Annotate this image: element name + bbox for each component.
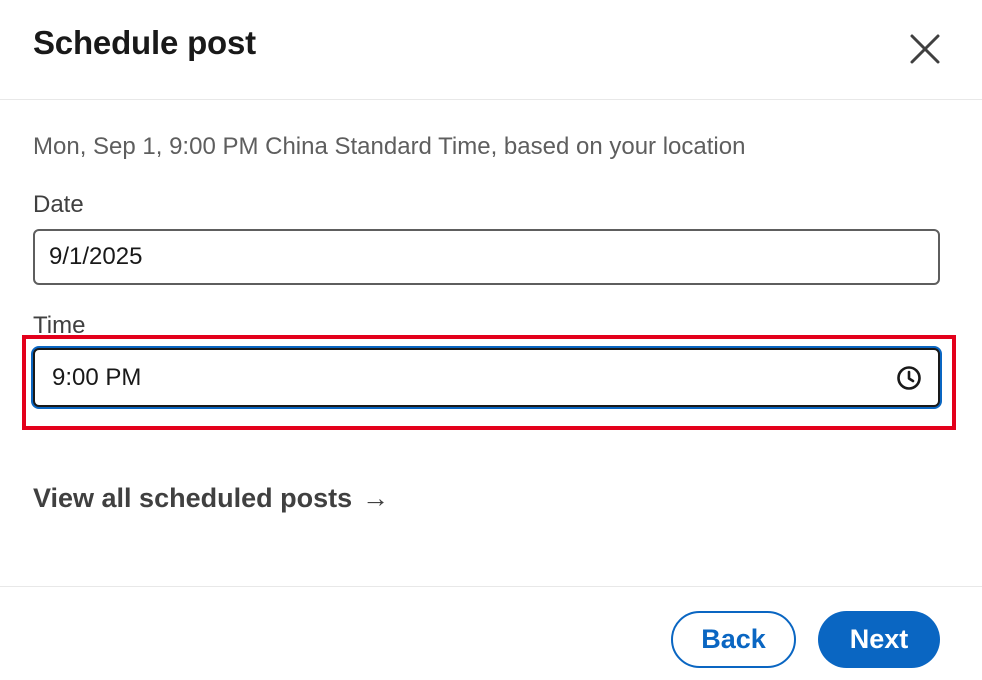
date-value: 9/1/2025: [49, 243, 143, 270]
next-button[interactable]: Next: [818, 611, 940, 668]
date-label: Date: [33, 191, 84, 218]
time-input[interactable]: 9:00 PM: [33, 348, 940, 407]
date-input[interactable]: 9/1/2025: [33, 229, 940, 285]
schedule-summary: Mon, Sep 1, 9:00 PM China Standard Time,…: [33, 133, 746, 160]
dialog-header: Schedule post: [0, 0, 982, 100]
clock-icon[interactable]: [896, 365, 922, 391]
close-icon: [910, 34, 940, 64]
view-all-scheduled-posts-link[interactable]: View all scheduled posts →: [33, 483, 389, 514]
dialog-title: Schedule post: [33, 24, 256, 61]
back-button[interactable]: Back: [671, 611, 796, 668]
time-value: 9:00 PM: [52, 363, 142, 391]
view-all-label: View all scheduled posts: [33, 483, 353, 513]
close-button[interactable]: [900, 26, 950, 72]
arrow-right-icon: →: [362, 483, 390, 513]
schedule-post-dialog: Schedule post Mon, Sep 1, 9:00 PM China …: [0, 0, 982, 680]
time-label: Time: [33, 312, 86, 339]
dialog-footer: Back Next: [0, 586, 982, 680]
